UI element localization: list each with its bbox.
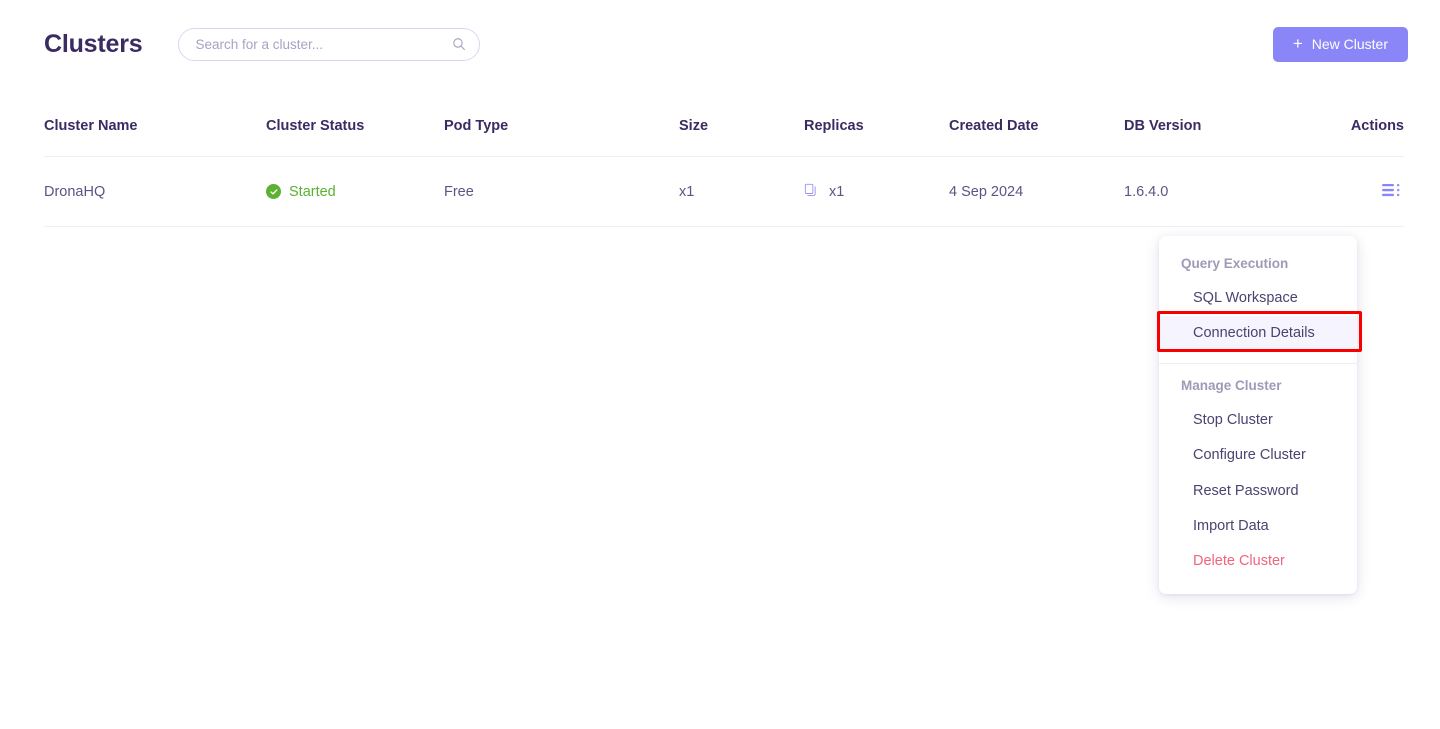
- menu-section-label-query-execution: Query Execution: [1181, 256, 1289, 271]
- cell-replicas: x1: [804, 156, 949, 227]
- new-cluster-button[interactable]: + New Cluster: [1272, 26, 1408, 62]
- search-input[interactable]: [178, 27, 481, 61]
- cell-pod-type: Free: [444, 156, 679, 227]
- cell-created-date: 4 Sep 2024: [949, 156, 1124, 227]
- column-header-cluster-name: Cluster Name: [44, 118, 266, 157]
- plus-icon: +: [1292, 34, 1303, 53]
- menu-item-connection-details[interactable]: Connection Details: [1159, 316, 1357, 352]
- cell-cluster-status: Started: [266, 156, 444, 227]
- copy-icon: [804, 183, 819, 202]
- table-row[interactable]: DronaHQ Started Free x1 x1 4 Sep 2024 1.…: [44, 156, 1404, 227]
- menu-section-label-manage-cluster: Manage Cluster: [1181, 377, 1282, 393]
- column-header-created-date: Created Date: [949, 118, 1124, 157]
- page-header: Clusters + New Cluster: [0, 0, 1440, 88]
- status-badge: Started: [266, 184, 336, 200]
- table-body: DronaHQ Started Free x1 x1 4 Sep 2024 1.…: [44, 156, 1404, 227]
- status-label: Started: [289, 183, 336, 200]
- menu-item-stop-cluster[interactable]: Stop Cluster: [1159, 403, 1357, 438]
- cell-db-version: 1.6.4.0: [1124, 156, 1302, 227]
- menu-divider: [1159, 362, 1357, 364]
- table-header: Cluster Name Cluster Status Pod Type Siz…: [44, 118, 1404, 157]
- column-header-db-version: DB Version: [1124, 118, 1302, 157]
- table-header-row: Cluster Name Cluster Status Pod Type Siz…: [44, 118, 1404, 157]
- menu-item-configure-cluster[interactable]: Configure Cluster: [1159, 438, 1357, 473]
- check-circle-icon: [266, 184, 281, 199]
- row-actions-dropdown-menu: Query Execution SQL Workspace Connection…: [1159, 236, 1357, 594]
- search-field-wrapper: [178, 27, 481, 61]
- row-actions-button[interactable]: [1382, 182, 1404, 198]
- cell-cluster-name: DronaHQ: [44, 156, 266, 227]
- column-header-cluster-status: Cluster Status: [266, 118, 444, 157]
- cell-size: x1: [679, 156, 804, 227]
- replicas-label: x1: [829, 184, 845, 200]
- cell-actions: [1302, 156, 1404, 227]
- new-cluster-button-label: New Cluster: [1311, 36, 1388, 52]
- menu-item-import-data[interactable]: Import Data: [1159, 509, 1357, 544]
- column-header-actions: Actions: [1302, 118, 1404, 157]
- column-header-pod-type: Pod Type: [444, 118, 679, 157]
- menu-item-delete-cluster[interactable]: Delete Cluster: [1159, 544, 1357, 579]
- menu-item-reset-password[interactable]: Reset Password: [1159, 474, 1357, 509]
- replicas-value-wrapper: x1: [804, 183, 844, 202]
- list-menu-icon: [1382, 184, 1404, 201]
- page-title: Clusters: [44, 29, 143, 58]
- clusters-table-container: Cluster Name Cluster Status Pod Type Siz…: [44, 118, 1404, 227]
- column-header-replicas: Replicas: [804, 118, 949, 157]
- menu-item-sql-workspace[interactable]: SQL Workspace: [1159, 281, 1357, 316]
- column-header-size: Size: [679, 118, 804, 157]
- clusters-table: Cluster Name Cluster Status Pod Type Siz…: [44, 118, 1404, 227]
